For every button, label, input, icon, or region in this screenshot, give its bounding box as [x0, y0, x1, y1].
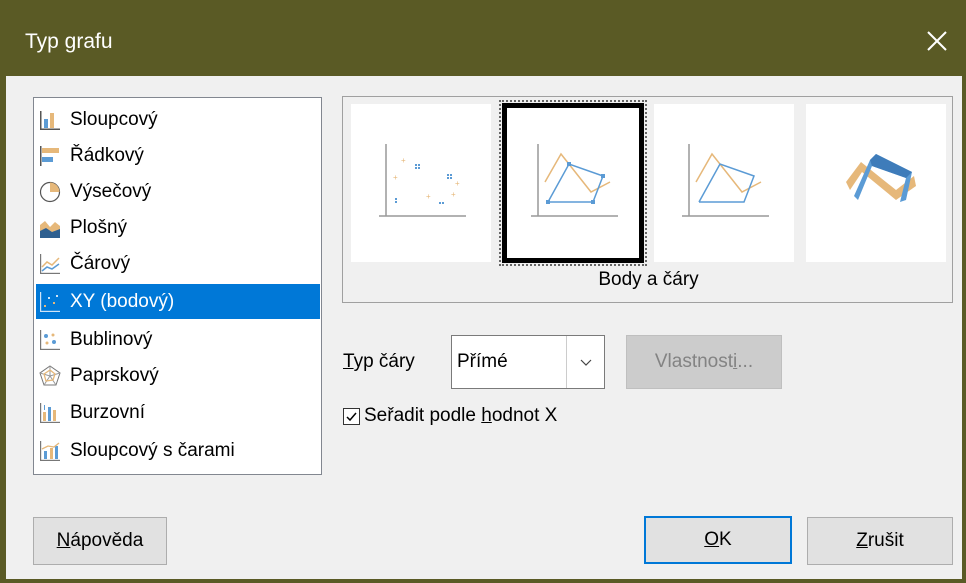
chart-type-label: Čárový [70, 252, 131, 274]
chart-type-item-area[interactable]: Plošný [36, 210, 320, 245]
chart-type-item-column[interactable]: Sloupcový [36, 102, 320, 137]
chevron-down-icon[interactable] [566, 336, 604, 388]
variant-points-and-lines[interactable] [499, 100, 647, 266]
chart-type-label: XY (bodový) [70, 290, 175, 312]
chart-type-label: Bublinový [70, 328, 153, 350]
ok-button[interactable]: OK [644, 516, 792, 564]
points-only-preview-icon: + + + + + [379, 144, 466, 217]
chart-type-item-bubble[interactable]: Bublinový [36, 322, 320, 357]
line-type-label: Typ čáry [343, 351, 415, 372]
variant-3d-lines[interactable] [806, 104, 946, 262]
svg-text:+: + [401, 156, 406, 165]
chart-type-list[interactable]: Sloupcový Řádkový Výsečový Plošný Čárový [33, 97, 322, 475]
line-chart-icon [40, 253, 60, 274]
chart-type-item-stock[interactable]: Burzovní [36, 395, 320, 430]
chart-type-item-net[interactable]: Paprskový [36, 358, 320, 393]
points-and-lines-preview-icon [531, 144, 618, 217]
sort-by-x-label: Seřadit podle hodnot X [364, 405, 558, 426]
variant-caption: Body a čáry [598, 269, 699, 290]
variant-lines-only[interactable] [654, 104, 794, 262]
chart-type-label: Burzovní [70, 401, 145, 423]
chart-type-item-bar[interactable]: Řádkový [36, 138, 320, 173]
sort-by-x-checkbox[interactable]: Seřadit podle hodnot X [343, 405, 557, 427]
line-type-value: Přímé [457, 351, 508, 372]
svg-text:+: + [393, 173, 398, 182]
chart-type-label: Sloupcový [70, 108, 158, 130]
close-icon[interactable] [918, 22, 956, 60]
bubble-chart-icon [40, 329, 60, 350]
lines-only-preview-icon [682, 144, 769, 217]
window-title: Typ grafu [25, 30, 113, 53]
chart-type-label: Plošný [70, 216, 128, 238]
pie-chart-icon [39, 181, 61, 202]
chart-type-item-pie[interactable]: Výsečový [36, 174, 320, 209]
help-button[interactable]: Nápověda [33, 517, 167, 565]
column-chart-icon [40, 110, 60, 130]
svg-text:+: + [455, 179, 460, 188]
net-chart-icon [39, 364, 61, 385]
3d-lines-preview-icon [846, 154, 916, 202]
variant-points-only[interactable]: + + + + + [351, 104, 491, 262]
chart-type-item-line[interactable]: Čárový [36, 246, 320, 281]
stock-chart-icon [40, 402, 60, 423]
svg-text:+: + [426, 192, 431, 201]
title-bar: Typ grafu [0, 0, 966, 76]
chart-type-label: Sloupcový s čarami [70, 439, 235, 461]
svg-text:+: + [451, 190, 456, 199]
chart-type-label: Výsečový [70, 180, 152, 202]
cancel-button[interactable]: Zrušit [807, 517, 953, 565]
bar-chart-icon [40, 145, 59, 166]
checkbox-checked-icon[interactable] [343, 407, 360, 425]
xy-scatter-icon [40, 291, 60, 312]
chart-variant-panel: + + + + + Body a čáry [342, 96, 953, 303]
chart-type-item-xy[interactable]: XY (bodový) [36, 284, 320, 319]
chart-type-item-column-line[interactable]: Sloupcový s čarami [36, 433, 320, 468]
chart-type-label: Paprskový [70, 364, 159, 386]
line-type-select[interactable]: Přímé [451, 335, 605, 389]
column-line-chart-icon [40, 440, 60, 461]
chart-type-label: Řádkový [70, 144, 144, 166]
area-chart-icon [40, 220, 60, 238]
properties-button[interactable]: Vlastnost i... [626, 335, 782, 389]
